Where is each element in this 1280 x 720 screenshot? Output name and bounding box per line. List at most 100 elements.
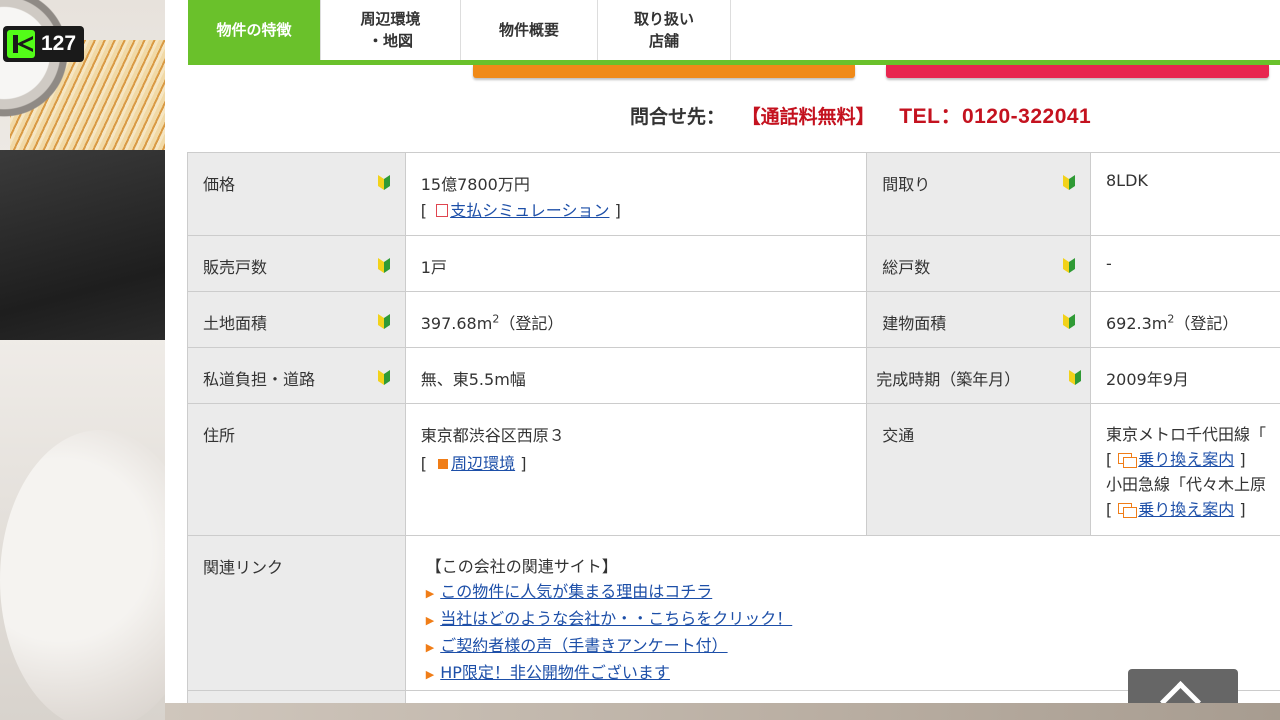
units-sold-label: 販売戸数 bbox=[203, 258, 268, 277]
tab-label: 周辺環境 ・地図 bbox=[360, 8, 420, 53]
tab-label: 物件の特徴 bbox=[216, 20, 292, 39]
triangle-bullet-icon: ▶ bbox=[425, 668, 435, 681]
triangle-bullet-icon: ▶ bbox=[425, 641, 435, 654]
layout-label-cell: 間取り bbox=[866, 152, 1091, 236]
bracket-open: [ bbox=[420, 201, 427, 220]
list-item: ▶ 当社はどのような会社か・・こちらをクリック！ bbox=[426, 606, 1271, 633]
kick-logo-icon bbox=[7, 30, 35, 58]
list-item: ▶ ご契約者様の声（手書きアンケート付） bbox=[426, 633, 1271, 660]
related-link[interactable]: HP限定！非公開物件ございます bbox=[440, 663, 670, 682]
transport-line-1: 東京メトロ千代田線「 bbox=[1105, 425, 1266, 444]
land-area-value-cell: 397.68m2（登記） bbox=[404, 291, 868, 348]
table-row: 土地面積 397.68m2（登記） 建物面積 692.3m2（登記） bbox=[187, 291, 1280, 348]
bracket-open: [ bbox=[420, 454, 427, 473]
transfer-icon bbox=[1118, 503, 1138, 518]
background-photo bbox=[0, 0, 165, 720]
building-area-label-cell: 建物面積 bbox=[866, 291, 1091, 348]
list-item: ▶ この物件に人気が集まる理由はコチラ bbox=[426, 579, 1271, 606]
beginner-mark-icon[interactable] bbox=[1068, 368, 1082, 386]
tab-surroundings-map[interactable]: 周辺環境 ・地図 bbox=[321, 0, 461, 60]
related-link[interactable]: ご契約者様の声（手書きアンケート付） bbox=[440, 636, 727, 655]
toll-free-label: 【通話料無料】 bbox=[741, 106, 875, 128]
layout-label: 間取り bbox=[882, 175, 931, 194]
building-area-value-cell: 692.3m2（登記） bbox=[1089, 291, 1280, 348]
background-strip bbox=[165, 703, 1280, 720]
table-row: 販売戸数 1戸 総戸数 - bbox=[187, 235, 1280, 292]
beginner-mark-icon[interactable] bbox=[1062, 312, 1076, 330]
related-heading: 【この会社の関連サイト】 bbox=[425, 557, 618, 576]
land-area-note: （登記） bbox=[499, 314, 564, 333]
viewer-count: 127 bbox=[41, 32, 77, 55]
tab-features[interactable]: 物件の特徴 bbox=[188, 0, 321, 60]
next-row-label bbox=[187, 690, 406, 703]
phone-number[interactable]: TEL：0120-322041 bbox=[899, 105, 1091, 128]
tab-label-line1: 取り扱い bbox=[633, 9, 694, 28]
land-area-label-cell: 土地面積 bbox=[187, 291, 406, 348]
area-link-line: [ 周辺環境 ] bbox=[421, 450, 851, 474]
transfer-link-line-2: [ 乗り換え案内 ] bbox=[1106, 497, 1271, 522]
beginner-mark-icon[interactable] bbox=[377, 173, 391, 191]
tab-label-line2: 店舗 bbox=[648, 32, 679, 50]
transfer-link-line-1: [乗り換え案内 ] bbox=[1106, 447, 1271, 472]
property-tabs: 物件の特徴 周辺環境 ・地図 物件概要 取り扱い 店舗 bbox=[188, 0, 731, 60]
transfer-guide-link[interactable]: 乗り換え案内 bbox=[1138, 500, 1234, 519]
inquiry-button[interactable] bbox=[473, 65, 855, 78]
surroundings-link[interactable]: 周辺環境 bbox=[451, 454, 515, 473]
building-area-label: 建物面積 bbox=[882, 314, 947, 333]
total-units-label-cell: 総戸数 bbox=[866, 235, 1091, 292]
bracket-close: ] bbox=[1239, 500, 1246, 519]
contact-line: 問合せ先： 【通話料無料】 TEL：0120-322041 bbox=[630, 100, 1091, 130]
beginner-mark-icon[interactable] bbox=[377, 368, 391, 386]
related-links-cell: 【この会社の関連サイト】 ▶ この物件に人気が集まる理由はコチラ ▶ 当社はどのよう… bbox=[404, 535, 1280, 691]
bracket-close: ] bbox=[614, 201, 621, 220]
table-row: 住所 東京都渋谷区西原３ [ 周辺環境 ] 交通 東京メトロ千代田線「 [ 乗り換… bbox=[187, 403, 1280, 536]
payment-sim-line: [ 支払シミュレーション ] bbox=[421, 197, 851, 221]
beginner-mark-icon[interactable] bbox=[1062, 256, 1076, 274]
scroll-to-top-button[interactable] bbox=[1128, 669, 1238, 703]
tab-label: 物件概要 bbox=[498, 20, 559, 39]
price-value: 15億7800万円 bbox=[420, 175, 530, 194]
transport-line-2: 小田急線「代々木上原 bbox=[1105, 475, 1266, 494]
table-row: 価格 15億7800万円 [ 支払シミュレーション ] 間取り 8LDK bbox=[187, 152, 1280, 236]
beginner-mark-icon[interactable] bbox=[377, 256, 391, 274]
units-sold-value: 1戸 bbox=[404, 235, 868, 292]
price-value-cell: 15億7800万円 [ 支払シミュレーション ] bbox=[404, 152, 868, 236]
beginner-mark-icon[interactable] bbox=[377, 312, 391, 330]
price-label-cell: 価格 bbox=[187, 152, 406, 236]
tab-overview[interactable]: 物件概要 bbox=[461, 0, 598, 60]
transfer-icon bbox=[1118, 453, 1138, 468]
tab-store[interactable]: 取り扱い 店舗 bbox=[598, 0, 731, 60]
triangle-bullet-icon: ▶ bbox=[425, 587, 435, 600]
calculator-icon bbox=[436, 204, 449, 217]
contact-label: 問合せ先： bbox=[630, 106, 726, 128]
plate-image bbox=[0, 430, 165, 720]
tab-label: 取り扱い 店舗 bbox=[634, 8, 694, 53]
related-link[interactable]: この物件に人気が集まる理由はコチラ bbox=[440, 582, 712, 601]
transfer-guide-link[interactable]: 乗り換え案内 bbox=[1138, 450, 1234, 469]
visit-request-button[interactable] bbox=[886, 65, 1269, 78]
beginner-mark-icon[interactable] bbox=[1062, 173, 1076, 191]
address-value-cell: 東京都渋谷区西原３ [ 周辺環境 ] bbox=[404, 403, 868, 536]
viewer-badge: 127 bbox=[3, 26, 85, 62]
address-label: 住所 bbox=[187, 403, 406, 536]
total-units-label: 総戸数 bbox=[882, 258, 931, 277]
payment-simulation-link[interactable]: 支払シミュレーション bbox=[450, 201, 609, 220]
transport-label: 交通 bbox=[866, 403, 1091, 536]
private-road-label-cell: 私道負担・道路 bbox=[187, 347, 406, 404]
bracket-close: ] bbox=[1239, 450, 1246, 469]
table-row bbox=[187, 690, 1280, 703]
completion-label: 完成時期（築年月） bbox=[876, 370, 1021, 389]
table-row: 私道負担・道路 無、東5.5m幅 完成時期（築年月） 2009年9月 bbox=[187, 347, 1280, 404]
map-square-icon bbox=[438, 459, 449, 469]
spec-table: 価格 15億7800万円 [ 支払シミュレーション ] 間取り 8LDK 販売戸… bbox=[187, 152, 1280, 703]
private-road-value: 無、東5.5m幅 bbox=[404, 347, 868, 404]
related-link[interactable]: 当社はどのような会社か・・こちらをクリック！ bbox=[440, 609, 792, 628]
private-road-label: 私道負担・道路 bbox=[203, 370, 316, 389]
related-links-label: 関連リンク bbox=[187, 535, 406, 691]
bracket-open: [ bbox=[1105, 500, 1113, 519]
price-label: 価格 bbox=[203, 175, 236, 194]
building-area-note: （登記） bbox=[1174, 314, 1239, 333]
transport-value-cell: 東京メトロ千代田線「 [ 乗り換え案内 ] 小田急線「代々木上原 [乗り換え案内 … bbox=[1089, 403, 1280, 536]
property-page: 物件の特徴 周辺環境 ・地図 物件概要 取り扱い 店舗 問合せ先： 【通話料無料… bbox=[165, 0, 1280, 703]
tab-label-line2: ・地図 bbox=[367, 32, 413, 50]
